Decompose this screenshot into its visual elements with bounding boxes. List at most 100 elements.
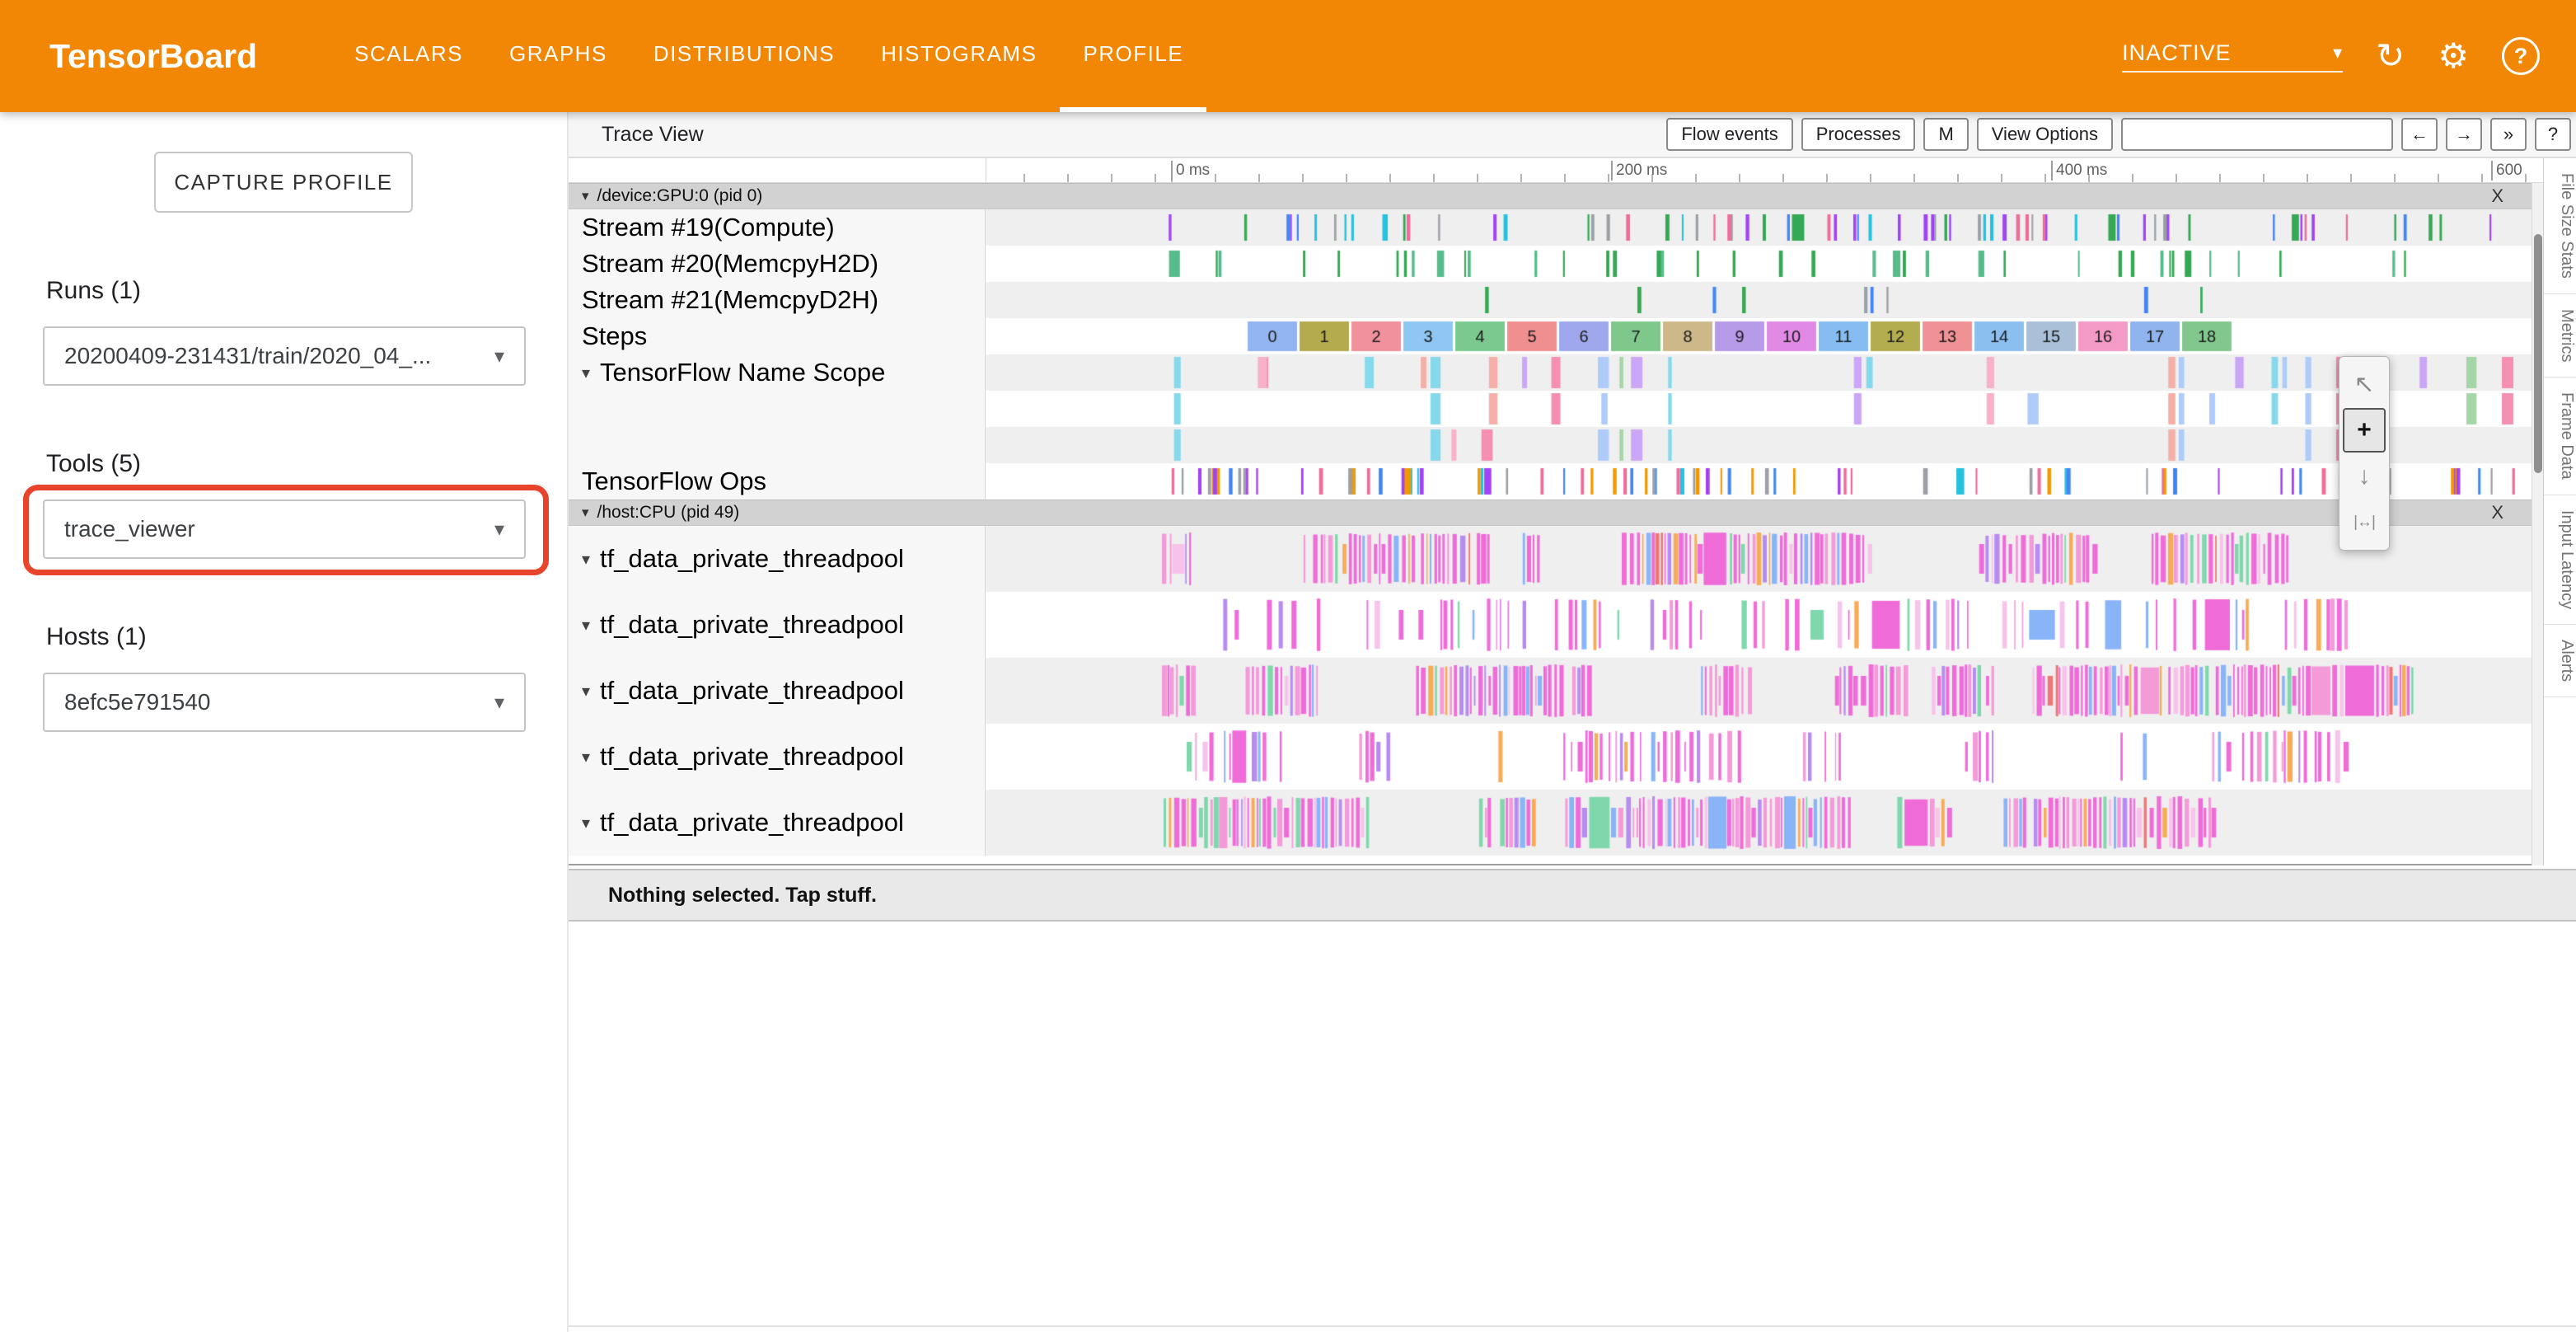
settings-icon[interactable]: ⚙	[2438, 39, 2469, 73]
status-dropdown-value: INACTIVE	[2122, 40, 2232, 66]
hosts-dropdown[interactable]: 8efc5e791540▾	[43, 673, 526, 732]
status-text: Nothing selected. Tap stuff.	[608, 884, 877, 908]
trace-track[interactable]	[986, 246, 2543, 282]
toolbar-button-m[interactable]: M	[1923, 118, 1968, 151]
track-label-text: Steps	[582, 321, 647, 351]
side-tab-frame-data[interactable]: Frame Data	[2544, 378, 2576, 495]
trace-track[interactable]	[986, 354, 2543, 391]
chevron-down-icon: ▾	[582, 747, 590, 767]
trace-canvas[interactable]	[986, 246, 2532, 282]
tool-palette: ↖+↓|↔|	[2339, 356, 2390, 551]
trace-track[interactable]	[986, 209, 2543, 246]
trace-track[interactable]	[986, 282, 2543, 318]
ruler-label: 0 ms	[1171, 161, 1210, 181]
scrollbar-thumb[interactable]	[2534, 234, 2542, 473]
track-label[interactable]: ▾ TensorFlow Name Scope	[569, 354, 986, 391]
track-label[interactable]: ▾tf_data_private_threadpool	[569, 592, 986, 658]
steps-track[interactable]	[986, 318, 2543, 354]
trace-canvas[interactable]	[986, 790, 2532, 856]
select-tool[interactable]: ↖	[2343, 362, 2386, 406]
trace-canvas[interactable]	[986, 724, 2532, 790]
trace-nav-button[interactable]: »	[2490, 118, 2527, 151]
trace-canvas[interactable]	[986, 318, 2532, 354]
trace-track[interactable]	[986, 427, 2543, 463]
trace-canvas[interactable]	[986, 427, 2532, 463]
toolbar-button-flow-events[interactable]: Flow events	[1666, 118, 1792, 151]
trace-track[interactable]	[986, 658, 2543, 724]
track-label: Steps	[569, 318, 986, 354]
trace-canvas[interactable]	[986, 658, 2532, 724]
trace-row: Stream #20(MemcpyH2D)	[569, 246, 2543, 282]
track-label: Stream #21(MemcpyD2H)	[569, 282, 986, 318]
section-title: /host:CPU (pid 49)	[597, 503, 740, 523]
track-label: TensorFlow Ops	[569, 463, 986, 500]
trace-canvas[interactable]	[986, 354, 2532, 391]
tab-scalars[interactable]: SCALARS	[331, 0, 486, 112]
toolbar-button-view-options[interactable]: View Options	[1977, 118, 2113, 151]
track-label[interactable]: ▾tf_data_private_threadpool	[569, 658, 986, 724]
trace-view-panel: Trace View Flow eventsProcessesMView Opt…	[569, 112, 2576, 1332]
trace-canvas[interactable]	[986, 391, 2532, 427]
trace-track[interactable]	[986, 463, 2543, 500]
trace-toolbar: Trace View Flow eventsProcessesMView Opt…	[569, 112, 2576, 158]
tab-graphs[interactable]: GRAPHS	[486, 0, 630, 112]
close-button[interactable]: X	[2491, 502, 2503, 523]
track-label	[569, 427, 986, 463]
sidebar-label-hosts: Hosts (1)	[46, 623, 567, 651]
trace-nav-button[interactable]: ?	[2535, 118, 2571, 151]
trace-canvas[interactable]	[986, 282, 2532, 318]
zoom-tool[interactable]: ↓	[2343, 454, 2386, 499]
trace-track[interactable]	[986, 592, 2543, 658]
pan-tool[interactable]: +	[2343, 408, 2386, 453]
vertical-scrollbar[interactable]	[2532, 183, 2543, 865]
track-label-text: Stream #20(MemcpyH2D)	[582, 249, 878, 279]
trace-canvas[interactable]	[986, 592, 2532, 658]
trace-canvas[interactable]	[986, 463, 2532, 500]
tools-dropdown[interactable]: trace_viewer▾	[43, 500, 526, 559]
trace-track[interactable]	[986, 724, 2543, 790]
side-tab-input-latency[interactable]: Input Latency	[2544, 495, 2576, 625]
track-label-text: TensorFlow Name Scope	[600, 358, 885, 387]
ruler-label: 200 ms	[1611, 161, 1667, 181]
trace-track[interactable]	[986, 790, 2543, 856]
trace-nav-button[interactable]: →	[2446, 118, 2482, 151]
side-tab-file-size-stats[interactable]: File Size Stats	[2544, 158, 2576, 294]
tab-distributions[interactable]: DISTRIBUTIONS	[630, 0, 858, 112]
runs-dropdown[interactable]: 20200409-231431/train/2020_04_...▾	[43, 326, 526, 386]
trace-nav-button[interactable]: ←	[2401, 118, 2438, 151]
timeline-ruler-scale: 0 ms200 ms400 ms600	[986, 158, 2532, 182]
trace-track[interactable]	[986, 391, 2543, 427]
track-label: Stream #20(MemcpyH2D)	[569, 246, 986, 282]
trace-row: ▾tf_data_private_threadpool	[569, 658, 2543, 724]
trace-track[interactable]	[986, 526, 2543, 592]
refresh-icon[interactable]: ↻	[2376, 39, 2405, 73]
capture-profile-button[interactable]: CAPTURE PROFILE	[154, 152, 413, 213]
section-header[interactable]: ▾/device:GPU:0 (pid 0)X	[569, 183, 2543, 209]
timing-tool[interactable]: |↔|	[2343, 500, 2386, 545]
track-label[interactable]: ▾tf_data_private_threadpool	[569, 724, 986, 790]
chevron-down-icon: ▾	[582, 363, 590, 383]
tab-histograms[interactable]: HISTOGRAMS	[858, 0, 1060, 112]
close-button[interactable]: X	[2491, 185, 2503, 207]
trace-row: Stream #19(Compute)	[569, 209, 2543, 246]
tab-profile[interactable]: PROFILE	[1060, 0, 1206, 112]
track-label[interactable]: ▾tf_data_private_threadpool	[569, 526, 986, 592]
track-label-text: tf_data_private_threadpool	[600, 676, 904, 706]
track-label-text: tf_data_private_threadpool	[600, 544, 904, 574]
chevron-down-icon: ▾	[582, 504, 589, 521]
track-label[interactable]: ▾tf_data_private_threadpool	[569, 790, 986, 856]
side-tab-metrics[interactable]: Metrics	[2544, 294, 2576, 378]
side-tab-alerts[interactable]: Alerts	[2544, 625, 2576, 697]
trace-canvas[interactable]	[986, 209, 2532, 246]
sidebar-sections: Runs (1)20200409-231431/train/2020_04_..…	[0, 277, 567, 732]
track-label-text: tf_data_private_threadpool	[600, 610, 904, 640]
trace-search-input[interactable]	[2121, 118, 2393, 151]
trace-row: ▾tf_data_private_threadpool	[569, 592, 2543, 658]
trace-canvas[interactable]	[986, 526, 2532, 592]
toolbar-button-processes[interactable]: Processes	[1801, 118, 1916, 151]
status-dropdown[interactable]: INACTIVE ▾	[2122, 40, 2343, 73]
trace-toolbar-buttons: Flow events ProcessesM View Options ←→»?	[1666, 118, 2571, 151]
section-header[interactable]: ▾ /host:CPU (pid 49) X	[569, 500, 2543, 526]
help-icon[interactable]: ?	[2502, 37, 2540, 75]
trace-row: TensorFlow Ops	[569, 463, 2543, 500]
